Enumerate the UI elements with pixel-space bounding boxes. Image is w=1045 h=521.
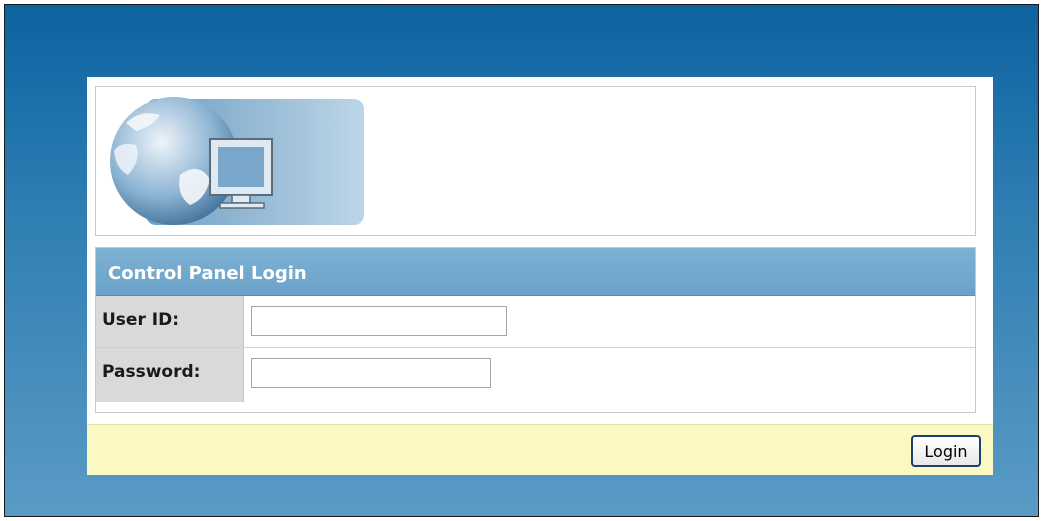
- login-form: Control Panel Login User ID: Password:: [95, 247, 976, 413]
- password-label-cell: Password:: [96, 348, 244, 402]
- user-id-label-cell: User ID:: [96, 296, 244, 347]
- password-row: Password:: [96, 348, 975, 402]
- user-id-input[interactable]: [251, 306, 507, 336]
- user-id-row: User ID:: [96, 296, 975, 348]
- user-id-label: User ID:: [102, 310, 179, 330]
- globe-monitor-logo-icon: [106, 95, 366, 231]
- login-panel: Control Panel Login User ID: Password: L…: [87, 77, 993, 475]
- password-input[interactable]: [251, 358, 491, 388]
- password-label: Password:: [102, 362, 201, 382]
- login-title: Control Panel Login: [108, 263, 307, 284]
- page-background: Control Panel Login User ID: Password: L…: [4, 4, 1039, 517]
- login-button[interactable]: Login: [911, 435, 981, 467]
- form-footer: Login: [87, 424, 993, 475]
- login-header: Control Panel Login: [96, 248, 975, 296]
- logo-box: [95, 86, 976, 236]
